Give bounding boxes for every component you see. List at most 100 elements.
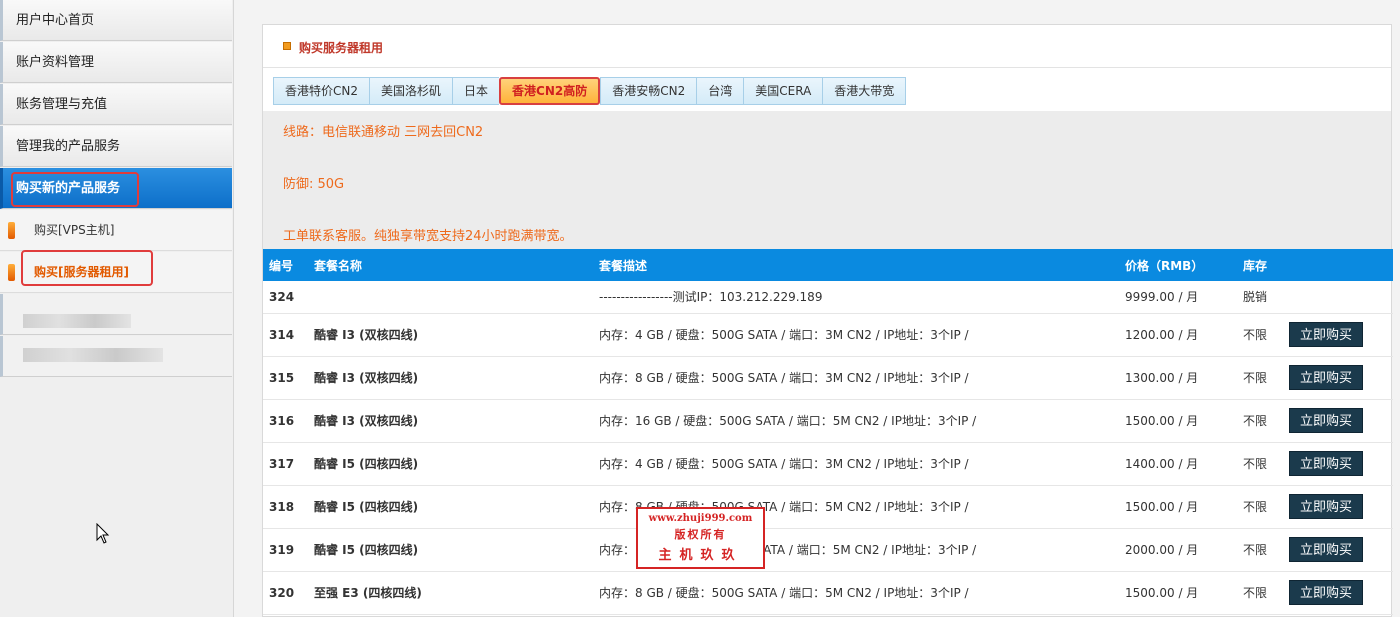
table-header-row: 编号 套餐名称 套餐描述 价格（RMB） 库存 (263, 249, 1393, 281)
buy-now-button[interactable]: 立即购买 (1289, 365, 1364, 390)
plan-stock: 脱销 (1237, 281, 1283, 314)
sidebar-item-billing-recharge[interactable]: 账务管理与充值 (0, 84, 232, 125)
sidebar-item-user-center-home[interactable]: 用户中心首页 (0, 0, 232, 41)
sidebar-item-manage-products[interactable]: 管理我的产品服务 (0, 126, 232, 167)
watermark-brand: 主机玖玖 (658, 548, 743, 563)
column-header-price: 价格（RMB） (1119, 249, 1237, 281)
column-header-desc: 套餐描述 (593, 249, 1119, 281)
plan-price: 1500.00 / 月 (1119, 485, 1237, 529)
watermark-url: www.zhuji999.com (648, 513, 753, 524)
plan-action: 立即购买 (1283, 485, 1393, 529)
description-line-support: 工单联系客服。纯独享带宽支持24小时跑满带宽。 (283, 229, 573, 244)
tab-hk-big-bandwidth[interactable]: 香港大带宽 (822, 77, 907, 105)
sidebar-subitem-label: 购买[VPS主机] (34, 223, 115, 237)
table-row: 319 酷睿 I5 (四核四线) 内存：16 GB / 硬盘：500G SATA /… (263, 528, 1393, 572)
plan-stock: 不限 (1237, 356, 1283, 400)
plan-stock: 不限 (1237, 528, 1283, 572)
description-line-network: 线路：电信联通移动 三网去回CN2 (283, 125, 484, 140)
plan-name: 酷睿 I5 (四核四线) (308, 442, 593, 486)
plan-action: 立即购买 (1283, 571, 1393, 615)
buy-now-button[interactable]: 立即购买 (1289, 408, 1364, 433)
sidebar: 用户中心首页 账户资料管理 账务管理与充值 管理我的产品服务 购买新的产品服务 … (0, 0, 234, 617)
table-row: 316 酷睿 I3 (双核四线) 内存：16 GB / 硬盘：500G SATA /… (263, 399, 1393, 443)
plan-id: 324 (263, 281, 308, 314)
plan-action: 立即购买 (1283, 399, 1393, 443)
plan-name (308, 281, 593, 314)
plan-id: 315 (263, 356, 308, 400)
plan-stock: 不限 (1237, 313, 1283, 357)
tab-us-los-angeles[interactable]: 美国洛杉矶 (369, 77, 453, 105)
plan-action: 立即购买 (1283, 313, 1393, 357)
plan-description: 内存：8 GB / 硬盘：500G SATA / 端口：3M CN2 / IP地… (593, 356, 1119, 400)
plan-description: 内存：8 GB / 硬盘：500G SATA / 端口：5M CN2 / IP地… (593, 571, 1119, 615)
plan-stock: 不限 (1237, 399, 1283, 443)
panel-title: 购买服务器租用 (299, 41, 384, 55)
table-row: 315 酷睿 I3 (双核四线) 内存：8 GB / 硬盘：500G SATA / … (263, 356, 1393, 400)
sidebar-subitem-buy-vps[interactable]: 购买[VPS主机] (0, 210, 232, 251)
tab-hk-cn2-ddos[interactable]: 香港CN2高防 (499, 77, 601, 105)
panel-header: 购买服务器租用 (263, 25, 1391, 68)
plans-table: 编号 套餐名称 套餐描述 价格（RMB） 库存 324 -------------… (263, 249, 1393, 615)
column-header-name: 套餐名称 (308, 249, 593, 281)
tab-taiwan[interactable]: 台湾 (696, 77, 744, 105)
sidebar-subitem-label: 购买[服务器租用] (34, 265, 129, 279)
buy-now-button[interactable]: 立即购买 (1289, 451, 1364, 476)
plan-price: 1500.00 / 月 (1119, 399, 1237, 443)
plan-price: 2000.00 / 月 (1119, 528, 1237, 572)
sidebar-item-blurred[interactable] (0, 294, 232, 335)
plan-description: 内存：16 GB / 硬盘：500G SATA / 端口：5M CN2 / IP… (593, 399, 1119, 443)
tab-hk-special-cn2[interactable]: 香港特价CN2 (273, 77, 369, 105)
watermark-copyright: 版权所有 (674, 528, 727, 541)
buy-now-button[interactable]: 立即购买 (1289, 322, 1364, 347)
buy-now-button[interactable]: 立即购买 (1289, 580, 1364, 605)
bar-icon (8, 264, 15, 281)
column-header-action (1283, 249, 1393, 281)
blurred-text (23, 314, 131, 328)
plan-price: 1200.00 / 月 (1119, 313, 1237, 357)
mouse-cursor-icon (96, 523, 110, 544)
plan-action: 立即购买 (1283, 442, 1393, 486)
sidebar-subitem-buy-server-rental[interactable]: 购买[服务器租用] (0, 252, 232, 293)
table-row: 318 酷睿 I5 (四核四线) 内存：8 GB / 硬盘：500G SATA / … (263, 485, 1393, 529)
plan-name: 酷睿 I5 (四核四线) (308, 528, 593, 572)
plan-name: 酷睿 I5 (四核四线) (308, 485, 593, 529)
plan-price: 1300.00 / 月 (1119, 356, 1237, 400)
bar-icon (8, 222, 15, 239)
sidebar-item-buy-new-products[interactable]: 购买新的产品服务 (0, 168, 232, 209)
tab-japan[interactable]: 日本 (452, 77, 500, 105)
blurred-text (23, 348, 163, 362)
plan-id: 317 (263, 442, 308, 486)
tab-hk-anchang-cn2[interactable]: 香港安畅CN2 (600, 77, 697, 105)
plan-description: 内存：4 GB / 硬盘：500G SATA / 端口：3M CN2 / IP地… (593, 442, 1119, 486)
table-row: 324 -----------------测试IP：103.212.229.189… (263, 281, 1393, 314)
table-row: 320 至强 E3 (四核四线) 内存：8 GB / 硬盘：500G SATA / … (263, 571, 1393, 615)
plan-description: -----------------测试IP：103.212.229.189 (593, 281, 1119, 314)
plan-price: 9999.00 / 月 (1119, 281, 1237, 314)
plan-id: 319 (263, 528, 308, 572)
plan-id: 320 (263, 571, 308, 615)
buy-now-button[interactable]: 立即购买 (1289, 537, 1364, 562)
region-tabs: 香港特价CN2 美国洛杉矶 日本 香港CN2高防 香港安畅CN2 台湾 美国CE… (273, 77, 907, 105)
purchase-panel: 购买服务器租用 香港特价CN2 美国洛杉矶 日本 香港CN2高防 香港安畅CN2… (262, 24, 1393, 617)
plan-stock: 不限 (1237, 571, 1283, 615)
plan-description: 内存：4 GB / 硬盘：500G SATA / 端口：3M CN2 / IP地… (593, 313, 1119, 357)
column-header-stock: 库存 (1237, 249, 1283, 281)
plan-name: 酷睿 I3 (双核四线) (308, 356, 593, 400)
buy-now-button[interactable]: 立即购买 (1289, 494, 1364, 519)
plan-name: 至强 E3 (四核四线) (308, 571, 593, 615)
plan-name: 酷睿 I3 (双核四线) (308, 399, 593, 443)
plan-price: 1400.00 / 月 (1119, 442, 1237, 486)
plan-description: 线路：电信联通移动 三网去回CN2 防御: 50G 工单联系客服。纯独享带宽支持… (263, 111, 1391, 249)
plan-action: 立即购买 (1283, 356, 1393, 400)
tab-us-cera[interactable]: 美国CERA (743, 77, 823, 105)
plan-price: 1500.00 / 月 (1119, 571, 1237, 615)
plan-name: 酷睿 I3 (双核四线) (308, 313, 593, 357)
table-row: 317 酷睿 I5 (四核四线) 内存：4 GB / 硬盘：500G SATA / … (263, 442, 1393, 486)
copyright-watermark: www.zhuji999.com 版权所有 主机玖玖 (636, 507, 765, 569)
sidebar-item-account-profile[interactable]: 账户资料管理 (0, 42, 232, 83)
column-header-id: 编号 (263, 249, 308, 281)
sidebar-item-blurred[interactable] (0, 336, 232, 377)
square-bullet-icon (283, 42, 291, 50)
plan-action: 立即购买 (1283, 528, 1393, 572)
description-line-defense: 防御: 50G (283, 177, 345, 192)
